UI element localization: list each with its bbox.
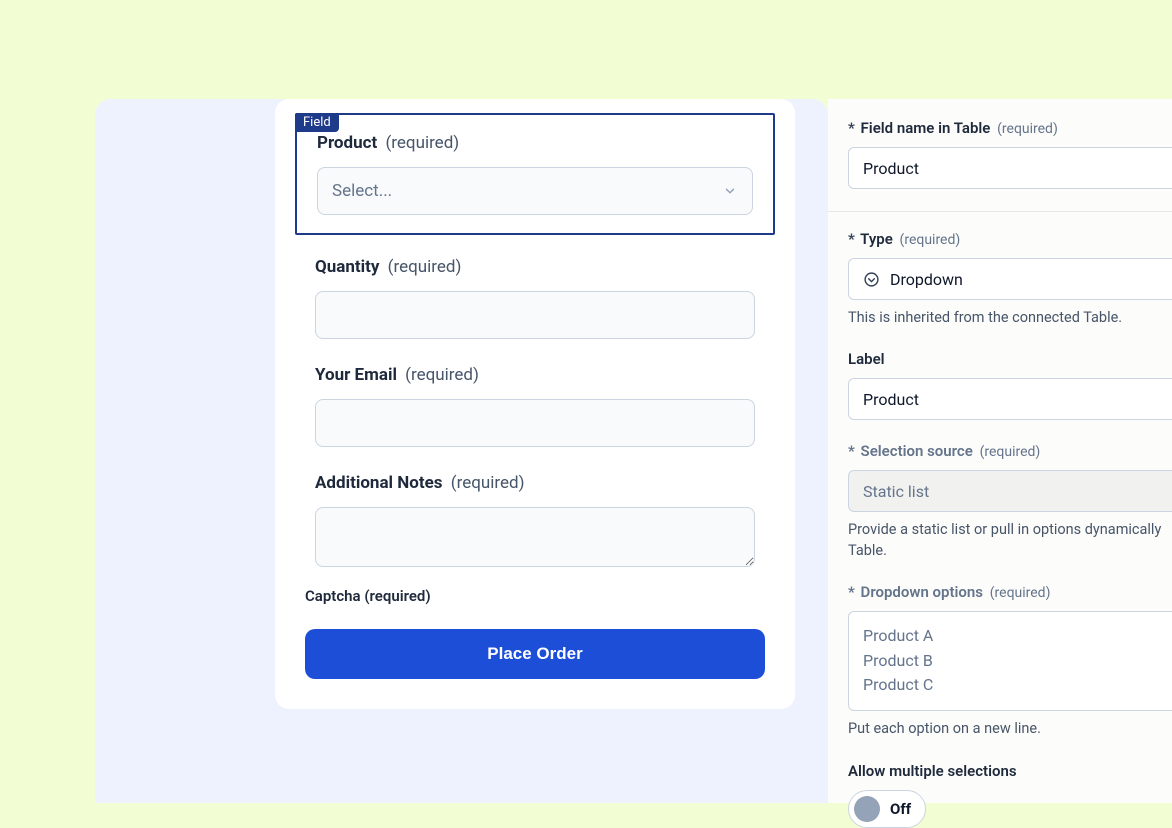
properties-panel: * Field name in Table (required) * Type … xyxy=(828,99,1172,803)
required-text: (required) xyxy=(980,444,1041,460)
selection-source-label: * Selection source (required) xyxy=(848,442,1172,460)
selection-source-select[interactable]: Static list xyxy=(848,470,1172,512)
notes-textarea[interactable] xyxy=(315,507,755,567)
label-text: Your Email xyxy=(315,365,397,385)
selection-source-help: Provide a static list or pull in options… xyxy=(848,520,1172,561)
required-asterisk: * xyxy=(848,119,855,137)
field-name-input[interactable] xyxy=(848,147,1172,189)
field-name-input-native[interactable] xyxy=(863,159,1158,178)
form-card: Field Product (required) Select... Quant… xyxy=(275,99,795,709)
field-name-label: * Field name in Table (required) xyxy=(848,119,1172,137)
label-input[interactable] xyxy=(848,378,1172,420)
required-text: (required) xyxy=(997,121,1058,137)
form-canvas: Field Product (required) Select... Quant… xyxy=(95,99,828,803)
label-text: Additional Notes xyxy=(315,473,443,493)
prop-row-allow-multiple: Allow multiple selections Off xyxy=(848,762,1172,828)
field-label-notes: Additional Notes (required) xyxy=(315,473,755,493)
required-indicator: (required) xyxy=(451,473,525,493)
required-indicator: (required) xyxy=(405,365,479,385)
label-text: Dropdown options xyxy=(861,583,983,601)
field-label-email: Your Email (required) xyxy=(315,365,755,385)
prop-row-type: * Type (required) Dropdown This is inher… xyxy=(848,230,1172,328)
field-label-quantity: Quantity (required) xyxy=(315,257,755,277)
label-text: Field name in Table xyxy=(861,119,991,137)
select-placeholder: Select... xyxy=(332,181,392,201)
type-help-text: This is inherited from the connected Tab… xyxy=(848,308,1172,328)
dropdown-options-help: Put each option on a new line. xyxy=(848,719,1172,739)
required-asterisk: * xyxy=(848,583,855,601)
required-indicator: (required) xyxy=(388,257,462,277)
product-select[interactable]: Select... xyxy=(317,167,753,215)
required-text: (required) xyxy=(900,232,961,248)
label-text: Selection source xyxy=(861,442,973,460)
quantity-input[interactable] xyxy=(315,291,755,339)
required-asterisk: * xyxy=(848,442,855,460)
field-tag: Field xyxy=(295,113,339,132)
required-asterisk: * xyxy=(848,230,855,248)
label-text: Quantity xyxy=(315,257,379,277)
chevron-down-icon xyxy=(722,183,738,199)
dropdown-options-textarea[interactable]: Product A Product B Product C xyxy=(848,611,1172,711)
allow-multiple-label: Allow multiple selections xyxy=(848,762,1172,780)
field-quantity[interactable]: Quantity (required) xyxy=(295,257,775,339)
label-text: Product xyxy=(317,133,377,153)
label-text: Allow multiple selections xyxy=(848,762,1017,780)
type-label: * Type (required) xyxy=(848,230,1172,248)
field-email[interactable]: Your Email (required) xyxy=(295,365,775,447)
required-text: (required) xyxy=(990,585,1051,601)
submit-button[interactable]: Place Order xyxy=(305,629,765,679)
prop-row-field-name: * Field name in Table (required) xyxy=(848,119,1172,189)
allow-multiple-toggle[interactable]: Off xyxy=(848,790,926,828)
type-select[interactable]: Dropdown xyxy=(848,258,1172,300)
label-input-native[interactable] xyxy=(863,390,1158,409)
prop-row-selection-source: * Selection source (required) Static lis… xyxy=(848,442,1172,561)
label-text: Label xyxy=(848,350,885,368)
prop-row-label: Label xyxy=(848,350,1172,420)
captcha-label: Captcha (required) xyxy=(305,587,775,605)
email-input[interactable] xyxy=(315,399,755,447)
field-label-product: Product (required) xyxy=(317,133,753,153)
toggle-state-label: Off xyxy=(890,800,911,818)
type-value: Dropdown xyxy=(890,270,963,289)
toggle-knob xyxy=(854,796,880,822)
label-text: Type xyxy=(860,230,893,248)
dropdown-options-label: * Dropdown options (required) xyxy=(848,583,1172,601)
selection-source-value: Static list xyxy=(863,482,929,501)
field-product-selected[interactable]: Field Product (required) Select... xyxy=(295,113,775,235)
label-field-label: Label xyxy=(848,350,1172,368)
required-indicator: (required) xyxy=(385,133,459,153)
divider xyxy=(828,211,1172,212)
field-notes[interactable]: Additional Notes (required) xyxy=(295,473,775,571)
prop-row-dropdown-options: * Dropdown options (required) Product A … xyxy=(848,583,1172,740)
dropdown-type-icon xyxy=(863,271,880,288)
